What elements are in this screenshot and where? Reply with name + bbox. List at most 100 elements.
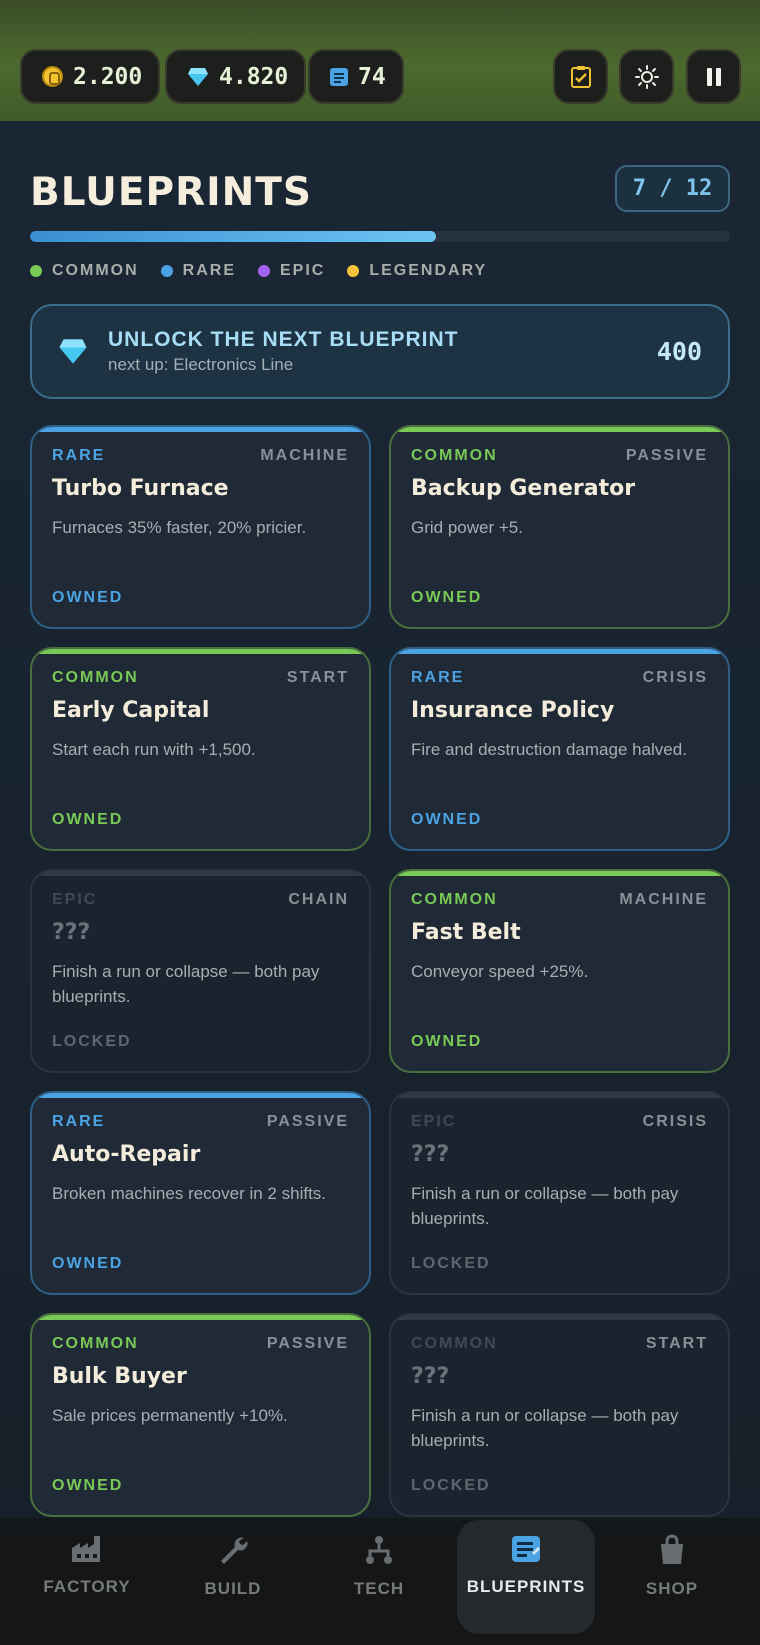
card-category: CHAIN [288,891,349,908]
gem-icon [59,339,87,364]
card-description: Furnaces 35% faster, 20% pricier. [52,518,307,537]
card-name: Backup Generator [411,476,636,501]
collection-progress [30,231,730,242]
blueprint-card[interactable]: COMMON PASSIVE Backup Generator Grid power … [389,425,730,629]
legend-label: RARE [182,262,236,279]
gems-counter: 4.820 [165,49,307,104]
unlock-next-blueprint-button[interactable]: UNLOCK THE NEXT BLUEPRINT next up: Elect… [30,304,730,399]
card-description: Finish a run or collapse — both pay blue… [411,1184,679,1228]
progress-fill [30,231,436,242]
nav-label: BUILD [204,1579,262,1598]
card-description: Grid power +5. [411,518,523,537]
card-status: OWNED [52,811,124,828]
card-status: LOCKED [411,1255,491,1272]
blueprints-value: 74 [358,63,386,90]
card-status: LOCKED [52,1033,132,1050]
blueprint-card[interactable]: COMMON MACHINE Fast Belt Conveyor speed +25… [389,869,730,1073]
wrench-icon [217,1534,249,1571]
nav-tech[interactable]: TECH [310,1520,448,1634]
card-rarity: EPIC [411,1113,457,1130]
tech-tree-icon [363,1534,395,1571]
blueprint-card[interactable]: RARE CRISIS Insurance Policy Fire and destr… [389,647,730,851]
unlock-title: UNLOCK THE NEXT BLUEPRINT [108,328,459,351]
sun-icon [634,64,659,89]
card-name: Bulk Buyer [52,1364,187,1389]
card-rarity: EPIC [52,891,98,908]
blueprint-icon [330,67,348,86]
card-status: OWNED [52,1255,124,1272]
legend-item: LEGENDARY [347,262,487,280]
blueprint-grid: RARE MACHINE Turbo Furnace Furnaces 35% fas… [30,425,730,1517]
card-description: Broken machines recover in 2 shifts. [52,1184,327,1203]
nav-label: SHOP [645,1579,699,1598]
gems-value: 4.820 [219,63,289,90]
unlock-cost: 400 [656,337,702,366]
card-status: OWNED [52,1477,124,1494]
collection-counter: 7 / 12 [615,165,730,212]
card-description: Finish a run or collapse — both pay blue… [411,1406,679,1450]
blueprints-counter: 74 [308,49,404,104]
card-category: CRISIS [642,1113,708,1130]
card-rarity: RARE [52,447,106,464]
card-category: CRISIS [642,669,708,686]
settings-button[interactable] [619,49,674,104]
rarity-legend: COMMON RARE EPIC LEGENDARY [30,262,487,280]
nav-build[interactable]: BUILD [164,1520,302,1634]
card-name: Turbo Furnace [52,476,229,501]
legend-dot [160,265,173,277]
coin-icon [42,66,63,87]
factory-icon [70,1534,104,1569]
card-rarity: RARE [52,1113,106,1130]
blueprint-card[interactable]: COMMON START??? Finish a run or collapse —… [389,1313,730,1517]
card-category: PASSIVE [266,1335,349,1352]
legend-dot [258,265,270,277]
nav-factory[interactable]: FACTORY [18,1520,156,1634]
card-category: MACHINE [619,891,708,908]
card-name: ??? [411,1142,450,1167]
card-name: Auto-Repair [52,1142,201,1167]
card-rarity: COMMON [411,447,498,464]
blueprint-card[interactable]: COMMON START Early Capital Start each run w… [30,647,371,851]
card-description: Fire and destruction damage halved. [411,740,687,759]
nav-label: BLUEPRINTS [466,1577,586,1596]
legend-dot [30,265,42,277]
card-status: OWNED [411,589,483,606]
card-rarity: COMMON [52,1335,139,1352]
pause-button[interactable] [686,49,741,104]
blueprint-card[interactable]: EPIC CRISIS??? Finish a run or collapse — … [389,1091,730,1295]
card-category: PASSIVE [625,447,708,464]
card-category: PASSIVE [266,1113,349,1130]
blueprint-card[interactable]: COMMON PASSIVE Bulk Buyer Sale prices perma… [30,1313,371,1517]
pause-icon [706,67,721,86]
card-description: Conveyor speed +25%. [411,962,589,981]
blueprint-card[interactable]: RARE MACHINE Turbo Furnace Furnaces 35% fas… [30,425,371,629]
nav-blueprints[interactable]: BLUEPRINTS [457,1520,595,1634]
card-category: START [645,1335,708,1352]
card-description: Finish a run or collapse — both pay blue… [52,962,320,1006]
card-status: OWNED [411,1033,483,1050]
card-rarity: COMMON [411,1335,498,1352]
shopping-bag-icon [658,1534,686,1571]
card-name: Early Capital [52,698,210,723]
legend-label: EPIC [280,262,326,279]
checklist-icon [570,65,591,88]
card-status: OWNED [52,589,124,606]
card-name: ??? [411,1364,450,1389]
blueprint-card[interactable]: EPIC CHAIN??? Finish a run or collapse — b… [30,869,371,1073]
card-description: Start each run with +1,500. [52,740,256,759]
legend-item: EPIC [258,262,325,280]
legend-label: COMMON [52,262,139,279]
gem-icon [188,67,208,86]
card-name: ??? [52,920,91,945]
card-description: Sale prices permanently +10%. [52,1406,288,1425]
legend-item: RARE [160,262,236,280]
legend-item: COMMON [30,262,139,280]
nav-label: FACTORY [43,1577,131,1596]
card-rarity: COMMON [411,891,498,908]
nav-shop[interactable]: SHOP [603,1520,741,1634]
missions-button[interactable] [553,49,608,104]
blueprint-card[interactable]: RARE PASSIVE Auto-Repair Broken machines re… [30,1091,371,1295]
card-rarity: RARE [411,669,465,686]
card-status: LOCKED [411,1477,491,1494]
coins-counter: 2.200 [20,49,161,104]
